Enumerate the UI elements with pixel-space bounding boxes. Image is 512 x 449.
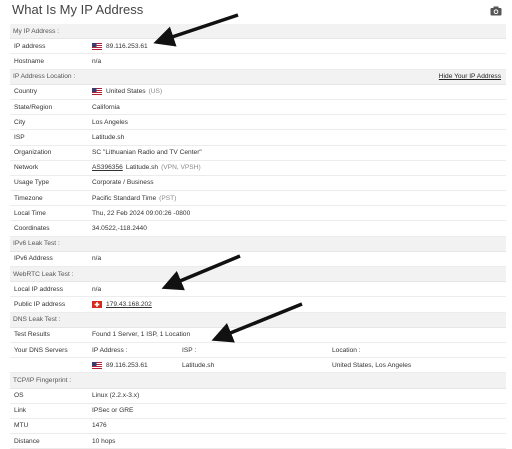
row-dns-server: 89.116.253.61 Latitude.sh United States,…	[10, 358, 506, 374]
section-my-ip: My IP Address :	[10, 24, 506, 40]
row-timezone: Timezone Pacific Standard Time (PST)	[10, 191, 506, 207]
row-os: OS Linux (2.2.x-3.x)	[10, 389, 506, 404]
row-ip-address: IP address 89.116.253.61	[10, 39, 506, 55]
section-webrtc: WebRTC Leak Test :	[10, 267, 506, 283]
section-dns: DNS Leak Test :	[10, 312, 506, 328]
row-distance: Distance 10 hops	[10, 434, 506, 449]
swiss-flag-icon	[92, 300, 102, 308]
ip-info-table: My IP Address : IP address 89.116.253.61…	[10, 24, 506, 449]
row-local-ip: Local IP address n/a	[10, 282, 506, 298]
row-public-ip: Public IP address 179.43.168.202	[10, 297, 506, 313]
public-ip-link[interactable]: 179.43.168.202	[106, 301, 152, 308]
row-country: Country United States (US)	[10, 85, 506, 100]
row-isp: ISP Latitude.sh	[10, 130, 506, 146]
asn-link[interactable]: AS396356	[92, 164, 123, 171]
row-usage-type: Usage Type Corporate / Business	[10, 176, 506, 192]
section-ipv6: IPv6 Leak Test :	[10, 236, 506, 252]
row-coordinates: Coordinates 34.0522,-118.2440	[10, 221, 506, 237]
us-flag-icon	[92, 88, 102, 96]
row-region: State/Region California	[10, 100, 506, 116]
row-dns-servers-header: Your DNS Servers IP Address : ISP : Loca…	[10, 343, 506, 359]
us-flag-icon	[92, 361, 102, 369]
row-test-results: Test Results Found 1 Server, 1 ISP, 1 Lo…	[10, 328, 506, 343]
us-flag-icon	[92, 42, 102, 50]
row-link: Link IPSec or GRE	[10, 404, 506, 419]
row-city: City Los Angeles	[10, 115, 506, 131]
row-hostname: Hostname n/a	[10, 54, 506, 70]
page-title: What Is My IP Address	[12, 2, 144, 17]
row-network: Network AS396356 Latitude.sh (VPN, VPSH)	[10, 161, 506, 176]
camera-icon[interactable]	[490, 6, 502, 16]
row-local-time: Local Time Thu, 22 Feb 2024 09:00:26 -08…	[10, 206, 506, 222]
section-location: IP Address Location : Hide Your IP Addre…	[10, 69, 506, 85]
hide-ip-link[interactable]: Hide Your IP Address	[439, 73, 506, 80]
row-mtu: MTU 1476	[10, 419, 506, 435]
section-tcpip: TCP/IP Fingerprint :	[10, 373, 506, 389]
ip-value: 89.116.253.61	[106, 42, 148, 50]
row-organization: Organization SC "Lithuanian Radio and TV…	[10, 146, 506, 161]
row-ipv6-address: IPv6 Address n/a	[10, 252, 506, 267]
